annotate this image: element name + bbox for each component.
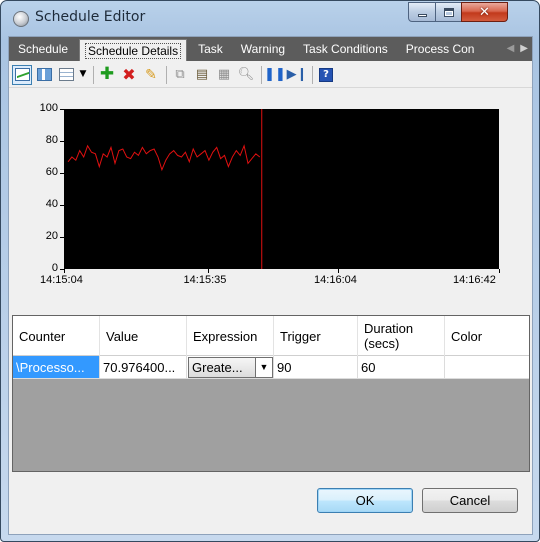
tab-warning[interactable]: Warning — [232, 37, 294, 61]
view-dropdown-button[interactable]: ▼ — [78, 65, 88, 85]
tab-scroll-left-icon[interactable]: ◀ — [507, 43, 515, 55]
schedule-editor-window: Schedule Editor ✕ Schedule Schedule Deta… — [0, 0, 540, 542]
toolbar-separator — [93, 65, 94, 84]
y-tick-label: 40 — [45, 198, 58, 210]
x-tick-label: 14:15:04 — [40, 274, 83, 286]
dropdown-arrow-icon: ▼ — [79, 69, 87, 79]
tab-schedule-details-label: Schedule Details — [85, 43, 182, 59]
graph-view-icon — [14, 68, 30, 81]
histogram-view-button[interactable] — [56, 65, 76, 85]
cell-expression[interactable]: Greate... ▼ — [187, 356, 274, 379]
tab-task[interactable]: Task — [189, 37, 232, 61]
help-icon: ? — [319, 67, 333, 82]
chart-svg — [67, 109, 263, 269]
expression-combobox[interactable]: Greate... ▼ — [188, 356, 273, 378]
performance-chart: 0 20 40 60 80 100 14:15:04 14:15:35 14:16:04 14:… — [21, 99, 521, 294]
delete-icon: ✖ — [122, 64, 136, 84]
y-tick-label: 20 — [45, 230, 58, 242]
edit-counter-button[interactable]: ✎ — [141, 65, 161, 85]
x-tick-label: 14:16:04 — [314, 274, 357, 286]
x-tick-label: 14:16:42 — [453, 274, 496, 286]
close-button[interactable]: ✕ — [461, 2, 508, 22]
pause-button[interactable]: ❚❚ — [264, 65, 286, 85]
y-tick-label: 0 — [51, 262, 58, 274]
series-line — [67, 144, 261, 172]
cancel-button[interactable]: Cancel — [422, 488, 518, 513]
grid-header: Counter Value Expression Trigger Duratio… — [13, 316, 529, 356]
close-icon: ✕ — [479, 4, 490, 20]
next-button[interactable]: ▶❙ — [286, 65, 308, 85]
maximize-icon — [443, 7, 454, 17]
tab-process-conditions[interactable]: Process Con­ — [397, 37, 507, 61]
graph-view-button[interactable] — [12, 64, 32, 85]
cell-value[interactable]: 70.976400... — [100, 356, 187, 379]
tab-scroll-right-icon[interactable]: ▶ — [520, 43, 528, 55]
header-duration[interactable]: Duration (secs) — [358, 316, 445, 356]
properties-icon: ▦ — [217, 67, 231, 82]
minimize-icon — [417, 14, 427, 17]
toolbar: ▼ ✚ ✖ ✎ ⧉ ▤ ▦ 🔍︎ ❚❚ ▶❙ ? — [9, 62, 532, 88]
ok-button[interactable]: OK — [317, 488, 413, 513]
counter-grid: Counter Value Expression Trigger Duratio… — [12, 315, 530, 472]
3d-view-icon — [36, 68, 52, 81]
copy-button[interactable]: ⧉ — [170, 65, 190, 85]
header-trigger[interactable]: Trigger — [274, 316, 358, 356]
add-counter-button[interactable]: ✚ — [97, 65, 117, 85]
cell-counter[interactable]: \Processo... — [13, 356, 100, 379]
paste-button[interactable]: ▤ — [192, 65, 212, 85]
y-tick-mark — [60, 237, 64, 238]
header-expression[interactable]: Expression — [187, 316, 274, 356]
delete-counter-button[interactable]: ✖ — [119, 65, 139, 85]
chevron-down-icon[interactable]: ▼ — [255, 357, 272, 377]
y-tick-mark — [60, 109, 64, 110]
toolbar-separator — [261, 65, 262, 84]
properties-button[interactable]: ▦ — [214, 65, 234, 85]
header-value[interactable]: Value — [100, 316, 187, 356]
histogram-view-icon — [58, 68, 74, 81]
x-tick-mark — [499, 269, 500, 273]
tab-schedule-details[interactable]: Schedule Details — [79, 39, 188, 61]
tab-strip: Schedule Schedule Details Task Warning T… — [9, 37, 532, 61]
help-button[interactable]: ? — [316, 65, 336, 85]
y-tick-mark — [60, 173, 64, 174]
expression-selected-value: Greate... — [192, 359, 243, 375]
toolbar-separator — [166, 65, 167, 84]
title-bar[interactable]: Schedule Editor ✕ — [1, 1, 539, 35]
toolbar-separator — [312, 65, 313, 84]
y-tick-label: 60 — [45, 166, 58, 178]
copy-icon: ⧉ — [175, 67, 185, 82]
maximize-button[interactable] — [435, 2, 462, 22]
pause-icon: ❚❚ — [264, 67, 286, 82]
y-tick-label: 80 — [45, 134, 58, 146]
app-icon — [13, 11, 29, 27]
add-icon: ✚ — [99, 64, 115, 84]
table-row[interactable]: \Processo... 70.976400... Greate... ▼ 90… — [13, 356, 529, 379]
x-tick-mark — [64, 269, 65, 273]
tab-schedule[interactable]: Schedule — [9, 37, 77, 61]
dialog-client-area: Schedule Schedule Details Task Warning T… — [8, 36, 533, 535]
edit-icon: ✎ — [145, 66, 157, 83]
window-title: Schedule Editor — [35, 9, 146, 25]
y-tick-mark — [60, 141, 64, 142]
chart-plot-area[interactable] — [64, 109, 499, 269]
minimize-button[interactable] — [408, 2, 436, 22]
x-tick-label: 14:15:35 — [183, 274, 227, 286]
cell-trigger[interactable]: 90 — [274, 356, 358, 379]
x-tick-mark — [207, 269, 209, 273]
y-tick-mark — [60, 205, 64, 206]
header-counter[interactable]: Counter — [13, 316, 100, 356]
cell-color[interactable] — [445, 356, 529, 379]
next-icon: ▶❙ — [286, 67, 308, 82]
zoom-button[interactable]: 🔍︎ — [236, 65, 256, 85]
cell-duration[interactable]: 60 — [358, 356, 445, 379]
zoom-icon: 🔍︎ — [237, 67, 255, 82]
tab-scroll-buttons: ◀ ▶ — [507, 43, 528, 55]
y-tick-label: 100 — [39, 102, 58, 114]
paste-icon: ▤ — [195, 67, 209, 82]
header-color[interactable]: Color — [445, 316, 529, 356]
x-tick-mark — [338, 269, 340, 273]
tab-task-conditions[interactable]: Task Conditions — [294, 37, 397, 61]
3d-view-button[interactable] — [34, 65, 54, 85]
